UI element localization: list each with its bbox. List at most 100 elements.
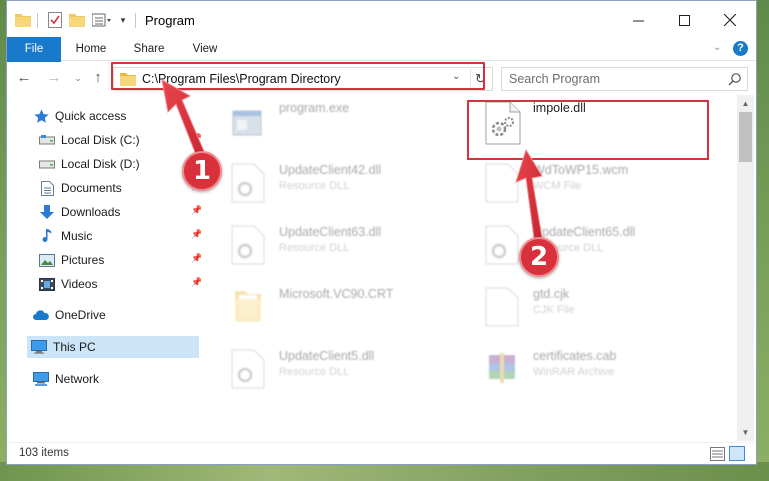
maximize-button[interactable]: [661, 5, 707, 35]
minimize-button[interactable]: [615, 5, 661, 35]
star-icon: [33, 108, 49, 124]
maximize-icon: [678, 14, 690, 26]
file-name: UpdateClient42.dll: [279, 163, 382, 177]
item-count: 103 items: [19, 447, 69, 459]
sidebar-item-onedrive[interactable]: OneDrive: [33, 304, 106, 326]
minimize-icon: [632, 20, 644, 21]
drive-icon: [39, 132, 55, 148]
sidebar-item-quick-access[interactable]: Quick access: [33, 105, 126, 127]
quick-access-dropdown-icon[interactable]: ▾: [117, 11, 129, 29]
file-type: WinRAR Archive: [533, 366, 615, 378]
sidebar-item-local-disk-c[interactable]: Local Disk (C:) 📌: [39, 129, 202, 151]
close-icon: [724, 14, 736, 26]
customize-toolbar-icon[interactable]: [91, 11, 113, 29]
file-type: WCM File: [533, 180, 582, 192]
file-item[interactable]: UpdateClient42.dll Resource DLL: [223, 157, 473, 213]
tab-view[interactable]: View: [179, 37, 231, 61]
sidebar-item-downloads[interactable]: Downloads 📌: [39, 201, 202, 223]
details-view-icon[interactable]: [710, 447, 725, 461]
file-name: WdToWP15.wcm: [533, 163, 629, 177]
dll-file-icon: [231, 225, 271, 271]
sidebar-item-label: Local Disk (D:): [61, 157, 140, 171]
forward-button[interactable]: →: [45, 69, 63, 87]
file-type: CJK File: [533, 304, 575, 316]
file-item[interactable]: UpdateClient65.dll Resource DLL: [477, 219, 727, 275]
vertical-scrollbar[interactable]: ▲ ▼: [737, 95, 754, 441]
status-bar: 103 items: [7, 442, 756, 464]
file-type: Resource DLL: [279, 366, 350, 378]
search-input[interactable]: Search Program: [501, 67, 748, 91]
sidebar-item-label: This PC: [53, 340, 96, 354]
address-bar-highlight: [111, 62, 485, 90]
file-name: program.exe: [279, 101, 350, 115]
file-name: UpdateClient65.dll: [533, 225, 636, 239]
folder-icon: [231, 287, 271, 333]
help-icon[interactable]: ?: [733, 41, 748, 56]
back-button[interactable]: ←: [15, 69, 33, 87]
close-button[interactable]: [707, 5, 753, 35]
folder-icon: [15, 11, 31, 29]
file-name: UpdateClient5.dll: [279, 349, 375, 363]
sidebar-item-this-pc[interactable]: This PC: [27, 336, 199, 358]
scroll-up-icon[interactable]: ▲: [737, 95, 754, 112]
cloud-icon: [33, 307, 49, 323]
file-item[interactable]: UpdateClient5.dll Resource DLL: [223, 343, 473, 399]
file-type: Resource DLL: [279, 242, 350, 254]
title-separator: [135, 13, 136, 28]
scroll-down-icon[interactable]: ▼: [737, 424, 754, 441]
tab-share[interactable]: Share: [121, 37, 177, 61]
documents-icon: [39, 180, 55, 196]
large-icons-view-icon[interactable]: [729, 446, 745, 461]
sidebar-item-pictures[interactable]: Pictures 📌: [39, 249, 202, 271]
exe-file-icon: [231, 101, 271, 147]
sidebar-item-videos[interactable]: Videos 📌: [39, 273, 202, 295]
expand-ribbon-icon[interactable]: ⌄: [713, 42, 721, 53]
winrar-archive-icon: [485, 349, 525, 395]
file-item[interactable]: UpdateClient63.dll Resource DLL: [223, 219, 473, 275]
file-item[interactable]: program.exe: [223, 95, 473, 151]
sidebar-item-network[interactable]: Network: [33, 368, 99, 390]
file-item[interactable]: gtd.cjk CJK File: [477, 281, 727, 337]
pictures-icon: [39, 252, 55, 268]
dll-file-icon: [231, 349, 271, 395]
tab-home[interactable]: Home: [65, 37, 117, 61]
downloads-icon: [39, 204, 55, 220]
up-button[interactable]: ↑: [89, 69, 107, 87]
file-name: gtd.cjk: [533, 287, 570, 301]
sidebar-item-label: Downloads: [61, 205, 121, 219]
step-2-badge: 2: [519, 237, 559, 277]
sidebar-item-label: Network: [55, 372, 100, 386]
sidebar-item-label: Videos: [61, 277, 98, 291]
file-name: Microsoft.VC90.CRT: [279, 287, 394, 301]
search-placeholder: Search Program: [509, 72, 601, 86]
navigation-pane: Quick access Local Disk (C:) 📌 Local Dis…: [7, 95, 202, 441]
sidebar-item-label: Music: [61, 229, 93, 243]
sidebar-item-music[interactable]: Music 📌: [39, 225, 202, 247]
sidebar-item-label: Documents: [61, 181, 122, 195]
file-item[interactable]: Microsoft.VC90.CRT: [223, 281, 473, 337]
title-bar: ▾ Program: [7, 1, 756, 39]
search-icon: [728, 72, 742, 86]
ribbon: File Home Share View ⌄ ?: [7, 37, 756, 93]
window-title: Program: [145, 13, 195, 28]
sidebar-item-local-disk-d[interactable]: Local Disk (D:) 📌: [39, 153, 202, 175]
recent-locations-icon[interactable]: ⌄: [69, 69, 87, 87]
videos-icon: [39, 276, 55, 292]
file-name: UpdateClient63.dll: [279, 225, 382, 239]
new-folder-icon[interactable]: [69, 11, 85, 29]
properties-icon[interactable]: [47, 11, 63, 29]
drive-icon: [39, 156, 55, 172]
step-1-badge: 1: [182, 151, 222, 191]
title-separator: [37, 13, 38, 28]
generic-file-icon: [485, 287, 525, 333]
scrollbar-thumb[interactable]: [739, 112, 752, 162]
sidebar-item-documents[interactable]: Documents 📌: [39, 177, 202, 199]
file-name: certificates.cab: [533, 349, 617, 363]
sidebar-item-label: Local Disk (C:): [61, 133, 140, 147]
file-item[interactable]: WdToWP15.wcm WCM File: [477, 157, 727, 213]
file-item[interactable]: certificates.cab WinRAR Archive: [477, 343, 727, 399]
dll-file-icon: [231, 163, 271, 209]
sidebar-item-label: OneDrive: [55, 308, 106, 322]
dll-file-icon: [485, 225, 525, 271]
music-icon: [39, 228, 55, 244]
